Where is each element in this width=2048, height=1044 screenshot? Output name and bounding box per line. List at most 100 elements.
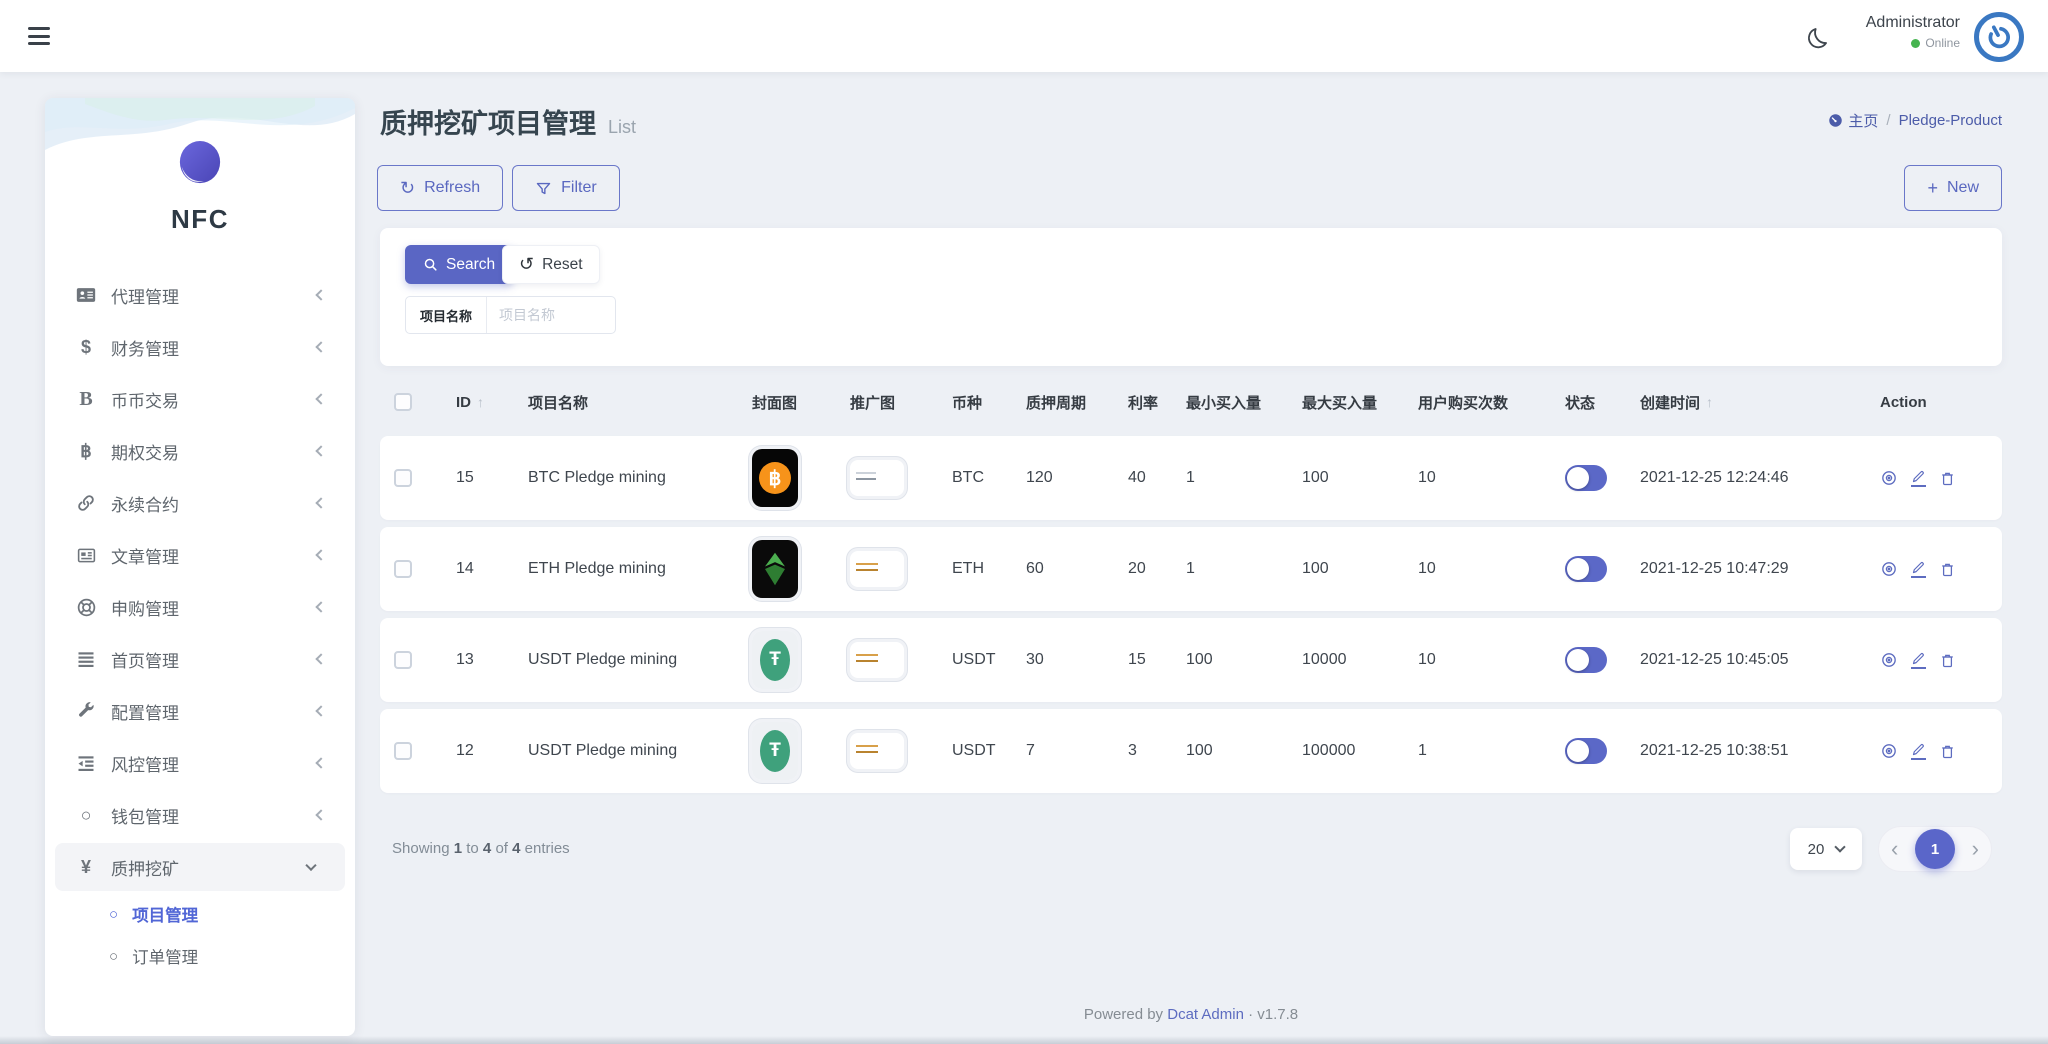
usdt-logo-icon: Ŧ xyxy=(760,639,790,681)
reset-label: Reset xyxy=(542,255,583,273)
column-header-label: 项目名称 xyxy=(528,394,589,412)
column-header-status: 状态 xyxy=(1551,392,1626,413)
cell-min-buy: 1 xyxy=(1186,469,1195,486)
status-toggle[interactable] xyxy=(1565,556,1607,582)
sidebar-subitem-label: 项目管理 xyxy=(132,907,199,925)
sidebar-item-pledge-mining[interactable]: ¥ 质押挖矿 xyxy=(55,843,345,891)
view-eye-icon[interactable] xyxy=(1880,742,1898,760)
promo-image xyxy=(850,551,904,587)
reset-button[interactable]: ↺ Reset xyxy=(502,245,600,284)
page-number-button[interactable]: 1 xyxy=(1915,829,1955,869)
delete-trash-icon[interactable] xyxy=(1939,470,1956,487)
filter-panel: Search ↺ Reset 项目名称 xyxy=(380,228,2002,366)
search-button[interactable]: Search xyxy=(405,245,514,284)
dashboard-icon xyxy=(1829,114,1843,127)
edit-pencil-icon[interactable] xyxy=(1911,560,1926,578)
summary-text: of xyxy=(495,840,508,857)
cover-image-usdt: Ŧ xyxy=(752,722,798,780)
refresh-button[interactable]: ↻ Refresh xyxy=(377,165,504,211)
table-row: 12 USDT Pledge mining Ŧ USDT 7 3 100 100… xyxy=(380,709,2002,793)
row-actions xyxy=(1866,469,2002,487)
sidebar-item-agents[interactable]: 代理管理 xyxy=(45,269,355,321)
row-checkbox[interactable] xyxy=(394,651,412,669)
funnel-icon xyxy=(535,180,552,197)
cell-id: 14 xyxy=(456,560,474,577)
sidebar-item-wallet[interactable]: ○ 钱包管理 xyxy=(45,789,355,841)
status-toggle[interactable] xyxy=(1565,647,1607,673)
sidebar-item-label: 财务管理 xyxy=(111,339,179,359)
edit-pencil-icon[interactable] xyxy=(1911,469,1926,487)
view-eye-icon[interactable] xyxy=(1880,469,1898,487)
cover-image-usdt: Ŧ xyxy=(752,631,798,689)
chevron-left-icon xyxy=(315,393,327,405)
status-toggle[interactable] xyxy=(1565,738,1607,764)
breadcrumb-current[interactable]: Pledge-Product xyxy=(1899,112,2002,129)
edit-pencil-icon[interactable] xyxy=(1911,651,1926,669)
row-checkbox[interactable] xyxy=(394,469,412,487)
column-header-label: ID xyxy=(456,393,471,411)
sidebar-toggle-icon[interactable] xyxy=(28,27,50,45)
footer-text: Powered by xyxy=(1083,1006,1164,1023)
view-eye-icon[interactable] xyxy=(1880,560,1898,578)
sidebar-item-risk-control[interactable]: 风控管理 xyxy=(45,737,355,789)
sidebar-item-config[interactable]: 配置管理 xyxy=(45,685,355,737)
sidebar-item-homepage[interactable]: 首页管理 xyxy=(45,633,355,685)
dark-mode-moon-icon[interactable] xyxy=(1802,26,1828,52)
row-checkbox[interactable] xyxy=(394,560,412,578)
project-name-filter-group: 项目名称 xyxy=(405,296,617,334)
new-button[interactable]: + New xyxy=(1904,165,2002,211)
project-name-filter-label: 项目名称 xyxy=(406,297,488,333)
cell-rate: 40 xyxy=(1128,469,1146,486)
chevron-down-icon xyxy=(1834,841,1847,853)
sidebar-subitem-order-management[interactable]: ○ 订单管理 xyxy=(45,935,355,977)
cell-id: 15 xyxy=(456,469,474,486)
cell-coin: USDT xyxy=(952,651,996,668)
filter-button[interactable]: Filter xyxy=(512,165,620,211)
sidebar-item-label: 风控管理 xyxy=(111,755,179,775)
prev-page-button[interactable]: ‹ xyxy=(1891,838,1898,860)
pagination: ‹ 1 › xyxy=(1878,826,1992,872)
sidebar-subitem-project-management[interactable]: ○ 项目管理 xyxy=(45,893,355,935)
delete-trash-icon[interactable] xyxy=(1939,561,1956,578)
cell-buy-times: 1 xyxy=(1418,742,1427,759)
summary-from: 1 xyxy=(453,840,463,857)
sidebar-item-spot-trade[interactable]: B 币币交易 xyxy=(45,373,355,425)
chevron-left-icon xyxy=(315,497,327,509)
delete-trash-icon[interactable] xyxy=(1939,743,1956,760)
status-toggle[interactable] xyxy=(1565,465,1607,491)
column-header-promo: 推广图 xyxy=(836,392,938,413)
delete-trash-icon[interactable] xyxy=(1939,652,1956,669)
user-menu[interactable]: Administrator Online xyxy=(1866,14,1960,50)
yen-icon: ¥ xyxy=(80,856,91,877)
select-all-checkbox[interactable] xyxy=(394,393,412,411)
dcat-admin-link[interactable]: Dcat Admin xyxy=(1167,1006,1244,1023)
cell-period: 120 xyxy=(1026,469,1053,486)
avatar[interactable] xyxy=(1974,12,2024,62)
cell-name: USDT Pledge mining xyxy=(528,651,678,668)
sidebar-item-perpetual[interactable]: 永续合约 xyxy=(45,477,355,529)
summary-text: Showing xyxy=(392,840,450,857)
cell-rate: 20 xyxy=(1128,560,1146,577)
brand-logo-icon xyxy=(177,140,223,186)
cell-name: ETH Pledge mining xyxy=(528,560,666,577)
sidebar-item-subscription[interactable]: 申购管理 xyxy=(45,581,355,633)
edit-pencil-icon[interactable] xyxy=(1911,742,1926,760)
cell-max-buy: 100 xyxy=(1302,560,1329,577)
column-header-buy-times: 用户购买次数 xyxy=(1404,392,1551,413)
column-header-id[interactable]: ID ↑ xyxy=(442,394,514,411)
summary-text: to xyxy=(466,840,479,857)
breadcrumb-home-link[interactable]: 主页 xyxy=(1828,110,1878,131)
row-checkbox[interactable] xyxy=(394,742,412,760)
column-header-created[interactable]: 创建时间 ↑ xyxy=(1626,392,1866,413)
footer-separator: · xyxy=(1248,1006,1254,1023)
sidebar-item-finance[interactable]: $ 财务管理 xyxy=(45,321,355,373)
project-name-input[interactable] xyxy=(487,297,616,333)
view-eye-icon[interactable] xyxy=(1880,651,1898,669)
sidebar-item-options-trade[interactable]: ฿ 期权交易 xyxy=(45,425,355,477)
next-page-button[interactable]: › xyxy=(1972,838,1979,860)
user-status: Online xyxy=(1866,36,1960,50)
column-header-cover: 封面图 xyxy=(738,392,836,413)
bars-icon xyxy=(73,649,99,669)
per-page-select[interactable]: 20 xyxy=(1790,828,1862,870)
sidebar-item-articles[interactable]: 文章管理 xyxy=(45,529,355,581)
